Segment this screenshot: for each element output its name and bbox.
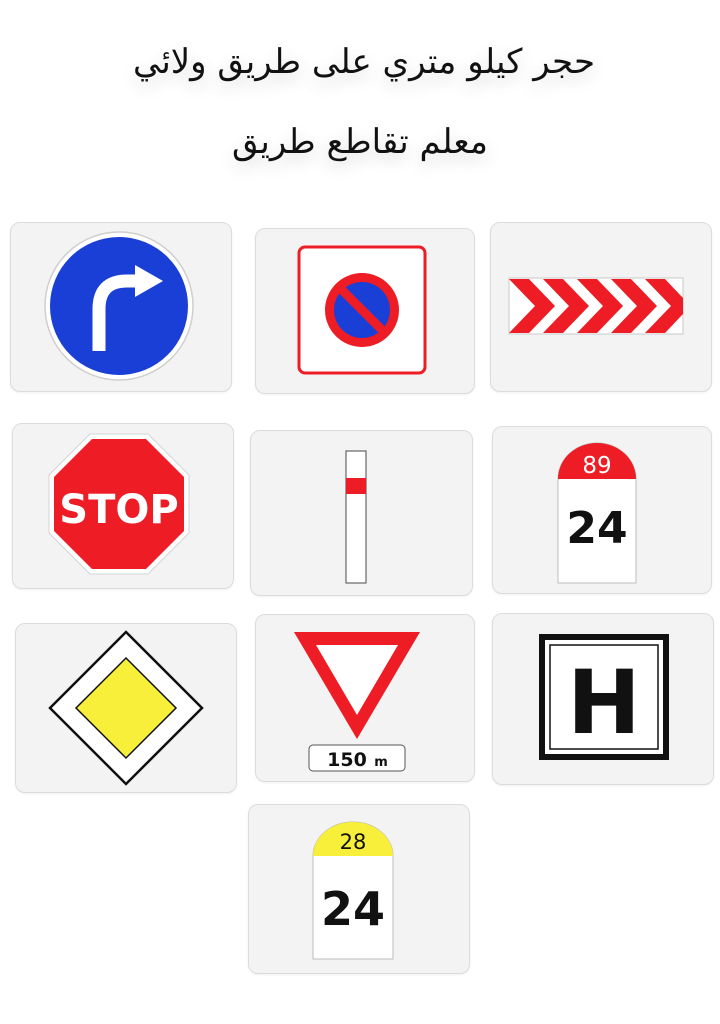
- stop-sign: STOP: [48, 433, 190, 575]
- sign-card-chevrons[interactable]: [490, 222, 712, 392]
- title-line-1: حجر كيلو متري على طريق ولائي: [132, 42, 595, 82]
- road-number-text: 28: [340, 830, 367, 854]
- hospital-letter-text: H: [567, 651, 641, 754]
- hospital-sign: H: [539, 634, 669, 760]
- kilometer-marker-yellow-sign: 28 24: [312, 821, 394, 960]
- sign-card-stop[interactable]: STOP: [12, 423, 234, 589]
- page-header: حجر كيلو متري على طريق ولائي معلم تقاطع …: [0, 0, 720, 200]
- priority-road-sign: [48, 630, 204, 786]
- give-way-distance-sign: 150 m: [294, 632, 420, 772]
- sign-card-km-red[interactable]: 89 24: [492, 426, 712, 594]
- road-number-text: 89: [582, 453, 611, 479]
- chevron-bend-marker-sign: [508, 277, 684, 335]
- stop-text: STOP: [59, 487, 178, 533]
- sign-card-no-parking[interactable]: [255, 228, 475, 394]
- km-number-text: 24: [321, 882, 385, 936]
- km-number-text: 24: [566, 503, 627, 554]
- sign-card-turn-right[interactable]: [10, 222, 232, 392]
- distance-text: 150: [327, 749, 367, 771]
- title-line-2: معلم تقاطع طريق: [232, 122, 488, 162]
- sign-card-delineator[interactable]: [250, 430, 473, 596]
- no-parking-zone-sign: [297, 245, 427, 375]
- sign-card-give-way[interactable]: 150 m: [255, 614, 475, 782]
- kilometer-marker-red-sign: 89 24: [557, 442, 637, 584]
- delineator-post-sign: [345, 450, 367, 584]
- sign-card-hospital[interactable]: H: [492, 613, 714, 785]
- sign-card-priority-road[interactable]: [15, 623, 237, 793]
- distance-unit-text: m: [374, 755, 388, 770]
- turn-right-mandatory-sign: [44, 231, 194, 381]
- sign-card-km-yellow[interactable]: 28 24: [248, 804, 470, 974]
